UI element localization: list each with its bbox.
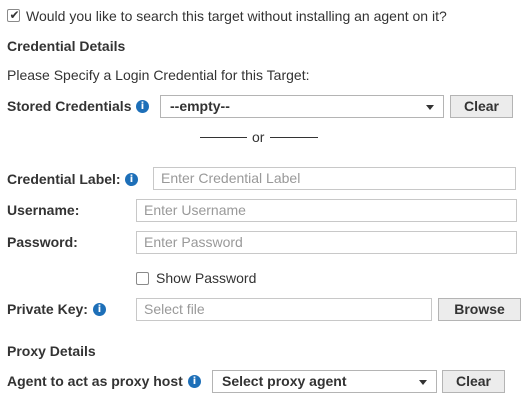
chevron-down-icon bbox=[419, 380, 427, 385]
stored-credentials-value: --empty-- bbox=[170, 98, 230, 114]
credential-instruction: Please Specify a Login Credential for th… bbox=[7, 67, 310, 83]
private-key-file-input[interactable]: Select file bbox=[136, 298, 432, 321]
stored-credentials-label: Stored Credentials bbox=[7, 98, 132, 114]
stored-credentials-select[interactable]: --empty-- bbox=[160, 95, 444, 118]
proxy-details-heading: Proxy Details bbox=[7, 343, 96, 359]
proxy-agent-value: Select proxy agent bbox=[222, 373, 347, 389]
chevron-down-icon bbox=[426, 105, 434, 110]
private-key-info-icon[interactable]: i bbox=[93, 303, 106, 316]
proxy-agent-info-icon[interactable]: i bbox=[188, 375, 201, 388]
show-password-label: Show Password bbox=[156, 270, 257, 286]
username-label: Username: bbox=[7, 202, 80, 218]
credential-label-input[interactable]: Enter Credential Label bbox=[153, 167, 516, 190]
password-label: Password: bbox=[7, 234, 78, 250]
credential-details-heading: Credential Details bbox=[7, 38, 126, 54]
password-input[interactable]: Enter Password bbox=[136, 231, 517, 254]
stored-credentials-info-icon[interactable]: i bbox=[136, 100, 149, 113]
or-text: or bbox=[252, 129, 265, 145]
agentless-checkbox[interactable]: ✔ bbox=[7, 8, 20, 22]
username-input[interactable]: Enter Username bbox=[136, 199, 517, 222]
proxy-agent-label: Agent to act as proxy host bbox=[7, 373, 183, 389]
stored-credentials-clear-button[interactable]: Clear bbox=[450, 95, 513, 118]
credential-label-label: Credential Label: bbox=[7, 171, 121, 187]
agentless-label: Would you like to search this target wit… bbox=[26, 8, 447, 24]
private-key-label: Private Key: bbox=[7, 301, 88, 317]
browse-button[interactable]: Browse bbox=[438, 298, 521, 321]
or-divider-left bbox=[200, 137, 247, 138]
proxy-agent-select[interactable]: Select proxy agent bbox=[212, 370, 437, 393]
checkmark-icon: ✔ bbox=[9, 8, 20, 22]
credential-label-info-icon[interactable]: i bbox=[125, 173, 138, 186]
proxy-clear-button[interactable]: Clear bbox=[442, 370, 505, 393]
show-password-checkbox[interactable] bbox=[136, 272, 149, 285]
or-divider-right bbox=[270, 137, 318, 138]
